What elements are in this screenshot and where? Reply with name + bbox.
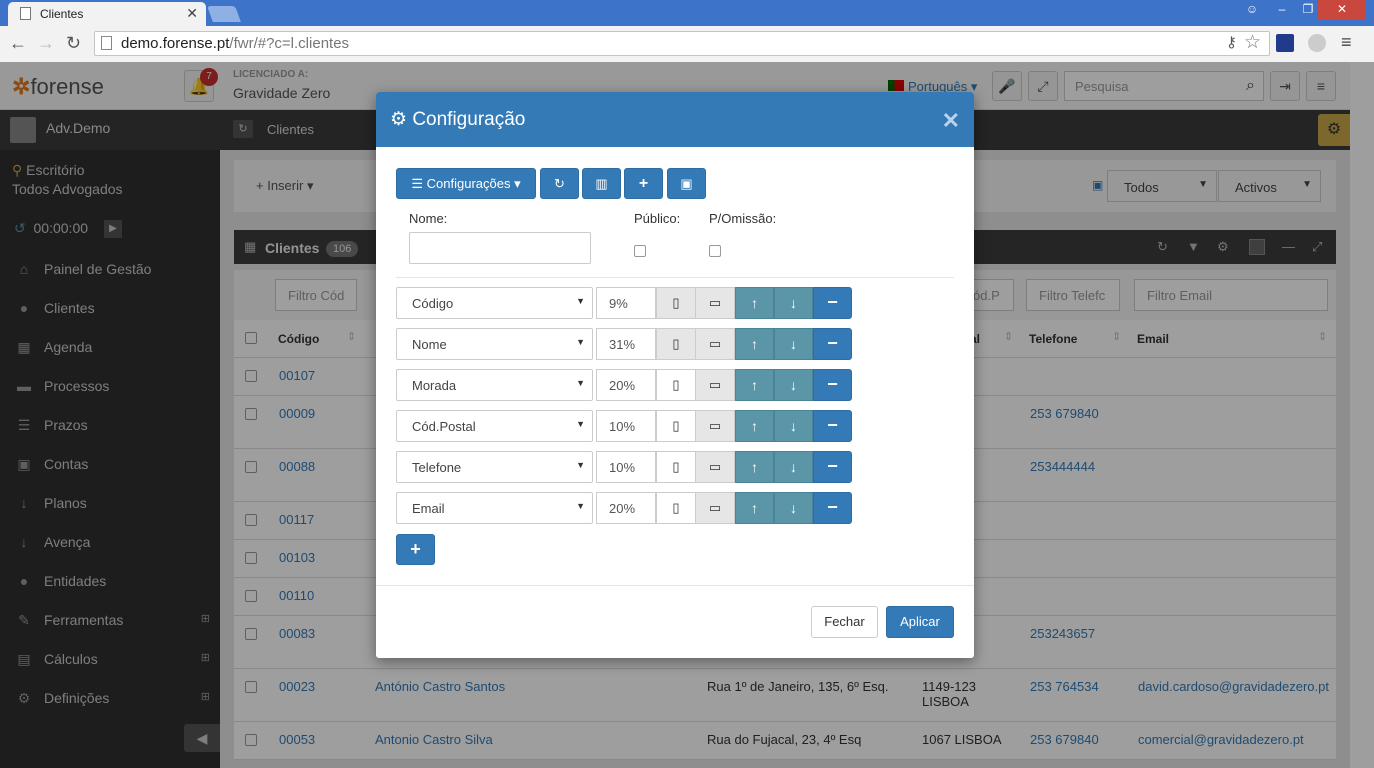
- mobile-icon[interactable]: ▯: [656, 287, 696, 319]
- address-bar[interactable]: demo.forense.pt/fwr/#?c=l.clientes: [94, 31, 1270, 56]
- public-label: Público:: [634, 211, 681, 226]
- column-field-select[interactable]: Nome ▼: [396, 328, 593, 360]
- arrow-down-icon[interactable]: ↓: [774, 287, 813, 319]
- desktop-icon[interactable]: ▭: [695, 369, 735, 401]
- forward-icon[interactable]: →: [37, 33, 55, 54]
- arrow-up-icon[interactable]: ↑: [735, 287, 774, 319]
- config-modal: ⚙ Configuração ✕ ☰ Configurações ▾ ↻ ▥ +…: [376, 92, 974, 658]
- name-label: Nome:: [409, 211, 448, 226]
- column-config-row: Email ▼ 20% ▯ ▭ ↑ ↓ −: [396, 492, 852, 524]
- mobile-icon[interactable]: ▯: [656, 492, 696, 524]
- browser-menu-icon[interactable]: ≡: [1341, 32, 1352, 53]
- column-width-input[interactable]: 20%: [596, 369, 656, 401]
- name-input[interactable]: [409, 232, 591, 264]
- column-field-select[interactable]: Morada ▼: [396, 369, 593, 401]
- column-config-row: Morada ▼ 20% ▯ ▭ ↑ ↓ −: [396, 369, 852, 401]
- column-width-input[interactable]: 10%: [596, 410, 656, 442]
- caret-down-icon: ▼: [576, 296, 585, 306]
- reload-icon[interactable]: ↻: [66, 33, 81, 54]
- floppy-icon: ▣: [680, 176, 693, 191]
- column-field-select[interactable]: Código ▼: [396, 287, 593, 319]
- extension-icon[interactable]: [1276, 34, 1294, 52]
- arrow-down-icon[interactable]: ↓: [774, 410, 813, 442]
- remove-column-button[interactable]: −: [813, 328, 852, 360]
- remove-column-button[interactable]: −: [813, 369, 852, 401]
- delete-config-button[interactable]: ▥: [582, 168, 621, 199]
- extension2-icon[interactable]: [1308, 34, 1326, 52]
- column-width-input[interactable]: 10%: [596, 451, 656, 483]
- arrow-down-icon[interactable]: ↓: [774, 369, 813, 401]
- desktop-icon[interactable]: ▭: [695, 492, 735, 524]
- close-window-button[interactable]: ✕: [1318, 0, 1366, 19]
- caret-down-icon: ▼: [576, 460, 585, 470]
- arrow-up-icon[interactable]: ↑: [735, 328, 774, 360]
- back-icon[interactable]: ←: [9, 33, 27, 54]
- mobile-icon[interactable]: ▯: [656, 369, 696, 401]
- close-icon[interactable]: ✕: [942, 108, 960, 134]
- add-column-button[interactable]: +: [396, 534, 435, 565]
- close-button[interactable]: Fechar: [811, 606, 878, 638]
- mobile-icon[interactable]: ▯: [656, 410, 696, 442]
- column-config-row: Código ▼ 9% ▯ ▭ ↑ ↓ −: [396, 287, 852, 319]
- configurations-dropdown-button[interactable]: ☰ Configurações ▾: [396, 168, 536, 199]
- divider: [396, 277, 954, 278]
- minimize-button[interactable]: –: [1268, 0, 1296, 19]
- apply-button[interactable]: Aplicar: [886, 606, 954, 638]
- mobile-icon[interactable]: ▯: [656, 328, 696, 360]
- caret-down-icon: ▼: [576, 378, 585, 388]
- add-config-button[interactable]: +: [624, 168, 663, 199]
- key-icon[interactable]: ⚷: [1226, 33, 1237, 51]
- remove-column-button[interactable]: −: [813, 492, 852, 524]
- arrow-down-icon[interactable]: ↓: [774, 492, 813, 524]
- arrow-down-icon[interactable]: ↓: [774, 328, 813, 360]
- column-width-input[interactable]: 31%: [596, 328, 656, 360]
- tab-title: Clientes: [40, 7, 84, 21]
- new-tab-button[interactable]: [207, 6, 241, 22]
- caret-down-icon: ▼: [576, 337, 585, 347]
- caret-down-icon: ▼: [576, 501, 585, 511]
- page-icon: [20, 7, 31, 20]
- column-width-input[interactable]: 9%: [596, 287, 656, 319]
- remove-column-button[interactable]: −: [813, 410, 852, 442]
- divider: [376, 585, 974, 586]
- column-config-row: Telefone ▼ 10% ▯ ▭ ↑ ↓ −: [396, 451, 852, 483]
- public-checkbox[interactable]: [634, 245, 646, 257]
- browser-tabbar: [0, 0, 1374, 26]
- url-host: demo.forense.pt: [121, 35, 230, 52]
- default-checkbox[interactable]: [709, 245, 721, 257]
- page-info-icon[interactable]: [101, 36, 112, 50]
- arrow-up-icon[interactable]: ↑: [735, 369, 774, 401]
- column-config-row: Cód.Postal ▼ 10% ▯ ▭ ↑ ↓ −: [396, 410, 852, 442]
- refresh-config-button[interactable]: ↻: [540, 168, 579, 199]
- desktop-icon[interactable]: ▭: [695, 410, 735, 442]
- desktop-icon[interactable]: ▭: [695, 328, 735, 360]
- desktop-icon[interactable]: ▭: [695, 451, 735, 483]
- caret-down-icon: ▼: [576, 419, 585, 429]
- modal-title: Configuração: [412, 109, 526, 130]
- remove-column-button[interactable]: −: [813, 287, 852, 319]
- mobile-icon[interactable]: ▯: [656, 451, 696, 483]
- column-width-input[interactable]: 20%: [596, 492, 656, 524]
- arrow-up-icon[interactable]: ↑: [735, 492, 774, 524]
- modal-header: ⚙ Configuração: [376, 92, 974, 147]
- column-field-select[interactable]: Telefone ▼: [396, 451, 593, 483]
- arrow-up-icon[interactable]: ↑: [735, 451, 774, 483]
- default-label: P/Omissão:: [709, 211, 777, 226]
- save-config-button[interactable]: ▣: [667, 168, 706, 199]
- trash-icon: ▥: [595, 176, 608, 191]
- list-icon: ☰: [411, 176, 424, 191]
- gear-icon: ⚙: [390, 109, 408, 130]
- desktop-icon[interactable]: ▭: [695, 287, 735, 319]
- column-config-row: Nome ▼ 31% ▯ ▭ ↑ ↓ −: [396, 328, 852, 360]
- browser-tab[interactable]: Clientes ✕: [8, 2, 206, 26]
- close-tab-icon[interactable]: ✕: [186, 5, 198, 22]
- column-field-select[interactable]: Cód.Postal ▼: [396, 410, 593, 442]
- bookmark-star-icon[interactable]: ☆: [1244, 31, 1261, 54]
- remove-column-button[interactable]: −: [813, 451, 852, 483]
- arrow-down-icon[interactable]: ↓: [774, 451, 813, 483]
- column-field-select[interactable]: Email ▼: [396, 492, 593, 524]
- profile-icon[interactable]: ☺: [1238, 0, 1266, 19]
- arrow-up-icon[interactable]: ↑: [735, 410, 774, 442]
- url-path: /fwr/#?c=l.clientes: [229, 35, 350, 52]
